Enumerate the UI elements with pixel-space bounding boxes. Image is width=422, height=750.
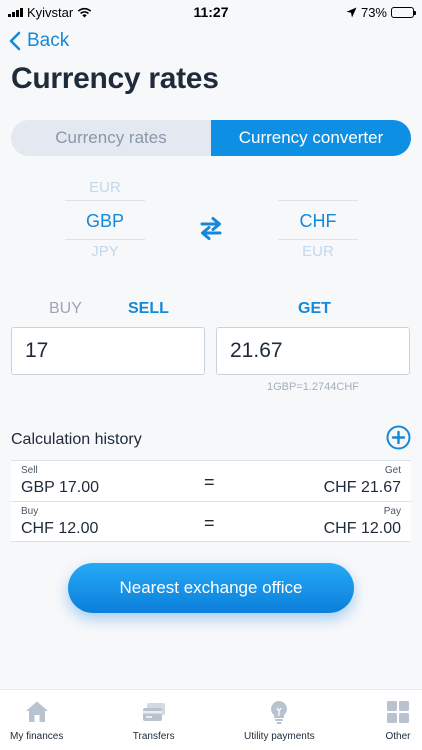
lightbulb-icon (271, 701, 288, 724)
wifi-icon (77, 7, 92, 17)
history-equals: = (204, 513, 215, 533)
to-currency-next[interactable]: EUR (278, 240, 358, 264)
grid-icon (386, 701, 409, 723)
history-equals: = (204, 472, 215, 492)
tab-label: My finances (10, 731, 64, 742)
from-currency-next[interactable]: JPY (65, 240, 145, 264)
history-left-value: GBP 17.00 (21, 479, 99, 496)
get-label: GET (298, 300, 331, 317)
back-button[interactable]: Back (9, 30, 69, 52)
signal-icon (8, 7, 23, 17)
tab-transfers[interactable]: Transfers (133, 690, 175, 750)
history-left-value: CHF 12.00 (21, 520, 99, 537)
history-row[interactable]: Buy CHF 12.00 = Pay CHF 12.00 (11, 501, 411, 542)
back-label: Back (27, 30, 70, 51)
home-icon (25, 701, 48, 722)
chevron-left-icon (9, 31, 21, 51)
page-title: Currency rates (11, 62, 219, 95)
status-right: 73% (346, 4, 416, 20)
bottom-tab-bar: My finances Transfers Utility payments O… (0, 689, 422, 750)
nearest-exchange-office-button[interactable]: Nearest exchange office (68, 563, 354, 613)
history-right-label: Get (384, 465, 401, 476)
history-row[interactable]: Sell GBP 17.00 = Get CHF 21.67 (11, 460, 411, 501)
history-title: Calculation history (11, 431, 142, 448)
cards-icon (142, 703, 165, 721)
to-currency-selected[interactable]: CHF (278, 200, 358, 240)
tab-label: Utility payments (244, 731, 315, 742)
history-left-label: Buy (21, 506, 39, 517)
carrier-name: Kyivstar (27, 4, 74, 20)
from-currency-picker[interactable]: EUR GBP JPY (65, 176, 145, 264)
buy-toggle[interactable]: BUY (49, 300, 82, 318)
history-right-value: CHF 12.00 (323, 520, 401, 537)
location-arrow-icon (346, 7, 357, 17)
tab-currency-converter[interactable]: Currency converter (211, 120, 411, 156)
tab-utility-payments[interactable]: Utility payments (244, 690, 315, 750)
tab-other[interactable]: Other (384, 690, 412, 750)
history-left-label: Sell (21, 465, 38, 476)
from-currency-selected[interactable]: GBP (65, 200, 145, 240)
history-right-label: Pay (383, 506, 401, 517)
swap-icon[interactable] (197, 214, 225, 242)
sell-toggle[interactable]: SELL (128, 300, 169, 318)
tab-currency-rates[interactable]: Currency rates (11, 120, 211, 156)
to-currency-prev[interactable] (278, 176, 358, 200)
get-amount-input[interactable] (216, 327, 410, 375)
segmented-control: Currency rates Currency converter (11, 120, 411, 156)
status-left: Kyivstar (8, 5, 92, 20)
to-currency-picker[interactable]: CHF EUR (278, 176, 358, 264)
tab-my-finances[interactable]: My finances (10, 690, 63, 750)
battery-percent: 73% (360, 4, 387, 20)
battery-icon (391, 6, 416, 18)
sell-amount-input[interactable] (11, 327, 205, 375)
status-bar: Kyivstar 11:27 73% (0, 0, 422, 24)
exchange-rate-hint: 1GBP=1.2744CHF (266, 381, 360, 393)
tab-label: Other (385, 731, 411, 742)
add-circle-icon[interactable] (386, 425, 411, 450)
tab-label: Transfers (132, 731, 175, 742)
from-currency-prev[interactable]: EUR (65, 176, 145, 200)
history-right-value: CHF 21.67 (323, 479, 401, 496)
